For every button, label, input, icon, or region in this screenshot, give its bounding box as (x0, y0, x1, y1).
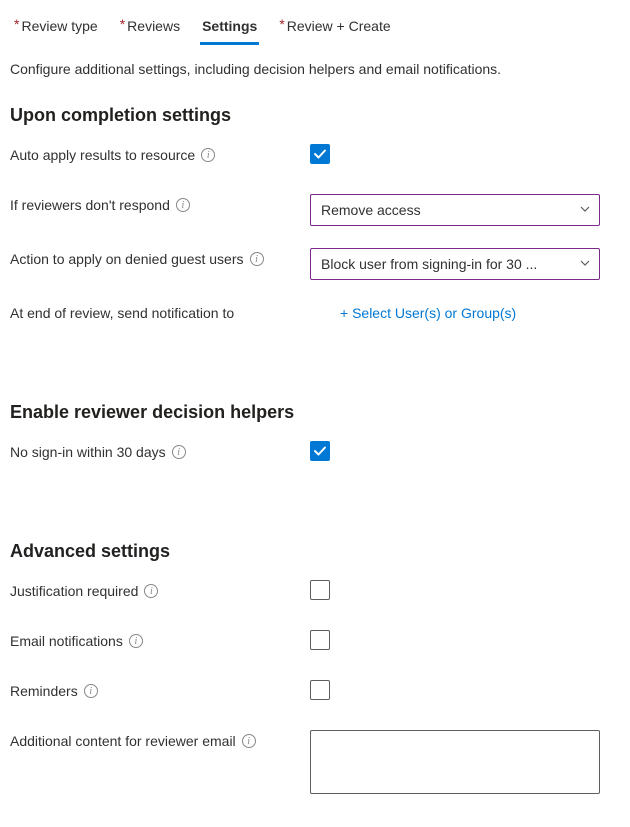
section-title-advanced: Advanced settings (10, 541, 620, 562)
chevron-down-icon (579, 202, 591, 218)
justification-checkbox[interactable] (310, 580, 330, 600)
tab-review-create[interactable]: *Review + Create (277, 12, 392, 45)
section-title-completion: Upon completion settings (10, 105, 620, 126)
page-description: Configure additional settings, including… (10, 61, 620, 77)
tab-review-type[interactable]: *Review type (12, 12, 100, 45)
tab-settings[interactable]: Settings (200, 12, 259, 45)
select-value: Remove access (321, 202, 421, 218)
additional-content-label: Additional content for reviewer email (10, 733, 236, 749)
no-signin-checkbox[interactable] (310, 441, 330, 461)
info-icon[interactable]: i (242, 734, 256, 748)
info-icon[interactable]: i (176, 198, 190, 212)
select-users-link[interactable]: + Select User(s) or Group(s) (340, 302, 516, 321)
notify-label: At end of review, send notification to (10, 305, 234, 321)
tab-label: Review type (21, 18, 97, 34)
info-icon[interactable]: i (84, 684, 98, 698)
tab-reviews[interactable]: *Reviews (118, 12, 182, 45)
info-icon[interactable]: i (250, 252, 264, 266)
chevron-down-icon (579, 256, 591, 272)
email-notifications-checkbox[interactable] (310, 630, 330, 650)
denied-guests-label: Action to apply on denied guest users (10, 251, 244, 267)
denied-guests-select[interactable]: Block user from signing-in for 30 ... (310, 248, 600, 280)
justification-label: Justification required (10, 583, 138, 599)
no-respond-label: If reviewers don't respond (10, 197, 170, 213)
additional-content-textarea[interactable] (310, 730, 600, 794)
info-icon[interactable]: i (172, 445, 186, 459)
section-title-helpers: Enable reviewer decision helpers (10, 402, 620, 423)
info-icon[interactable]: i (201, 148, 215, 162)
reminders-checkbox[interactable] (310, 680, 330, 700)
no-respond-select[interactable]: Remove access (310, 194, 600, 226)
auto-apply-label: Auto apply results to resource (10, 147, 195, 163)
email-notifications-label: Email notifications (10, 633, 123, 649)
select-value: Block user from signing-in for 30 ... (321, 256, 537, 272)
reminders-label: Reminders (10, 683, 78, 699)
no-signin-label: No sign-in within 30 days (10, 444, 166, 460)
tab-label: Settings (202, 18, 257, 34)
auto-apply-checkbox[interactable] (310, 144, 330, 164)
tab-label: Review + Create (287, 18, 391, 34)
tab-bar: *Review type *Reviews Settings *Review +… (10, 8, 620, 45)
info-icon[interactable]: i (129, 634, 143, 648)
tab-label: Reviews (127, 18, 180, 34)
info-icon[interactable]: i (144, 584, 158, 598)
